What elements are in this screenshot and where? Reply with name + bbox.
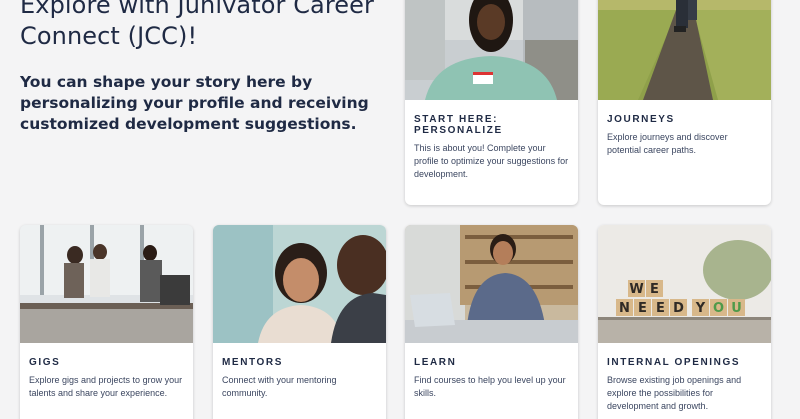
block-letter: E <box>638 301 647 316</box>
card-gigs[interactable]: Gigs Explore gigs and projects to grow y… <box>20 225 193 419</box>
mentors-image <box>213 225 386 343</box>
card-learn[interactable]: Learn Find courses to help you level up … <box>405 225 578 419</box>
card-title: Start here: Personalize <box>414 114 503 136</box>
learn-image <box>405 225 578 343</box>
block-letter: O <box>713 301 724 316</box>
gigs-image <box>20 225 193 343</box>
page-subtitle: You can shape your story here by persona… <box>20 73 369 133</box>
card-description: Find courses to help you level up your s… <box>414 375 566 398</box>
block-letter: W <box>629 282 643 297</box>
block-letter: U <box>731 301 742 316</box>
card-description: Connect with your mentoring community. <box>222 375 337 398</box>
card-internal-openings[interactable]: W E N E E D Y O U Internal Openings Brow… <box>598 225 771 419</box>
journeys-image <box>598 0 771 100</box>
card-title: Mentors <box>222 357 284 368</box>
card-mentors[interactable]: Mentors Connect with your mentoring comm… <box>213 225 386 419</box>
card-description: This is about you! Complete your profile… <box>414 143 569 179</box>
block-letter: E <box>650 282 659 297</box>
card-title: Gigs <box>29 357 61 368</box>
card-description: Explore journeys and discover potential … <box>607 132 728 155</box>
card-title: Journeys <box>607 114 675 125</box>
card-title: Learn <box>414 357 457 368</box>
intro-section: Explore with Junivator Career Connect (J… <box>20 0 390 135</box>
block-letter: N <box>619 301 630 316</box>
card-start-here[interactable]: Start here: Personalize This is about yo… <box>405 0 578 205</box>
card-description: Explore gigs and projects to grow your t… <box>29 375 183 398</box>
personalize-image <box>405 0 578 100</box>
block-letter: E <box>656 301 665 316</box>
card-journeys[interactable]: Journeys Explore journeys and discover p… <box>598 0 771 205</box>
we-need-you-image: W E N E E D Y O U <box>598 225 771 343</box>
card-description: Browse existing job openings and explore… <box>607 375 742 411</box>
block-letter: D <box>673 301 684 316</box>
page-title: Explore with Junivator Career Connect (J… <box>20 0 375 50</box>
block-letter: Y <box>695 301 706 316</box>
card-title: Internal Openings <box>607 357 741 368</box>
